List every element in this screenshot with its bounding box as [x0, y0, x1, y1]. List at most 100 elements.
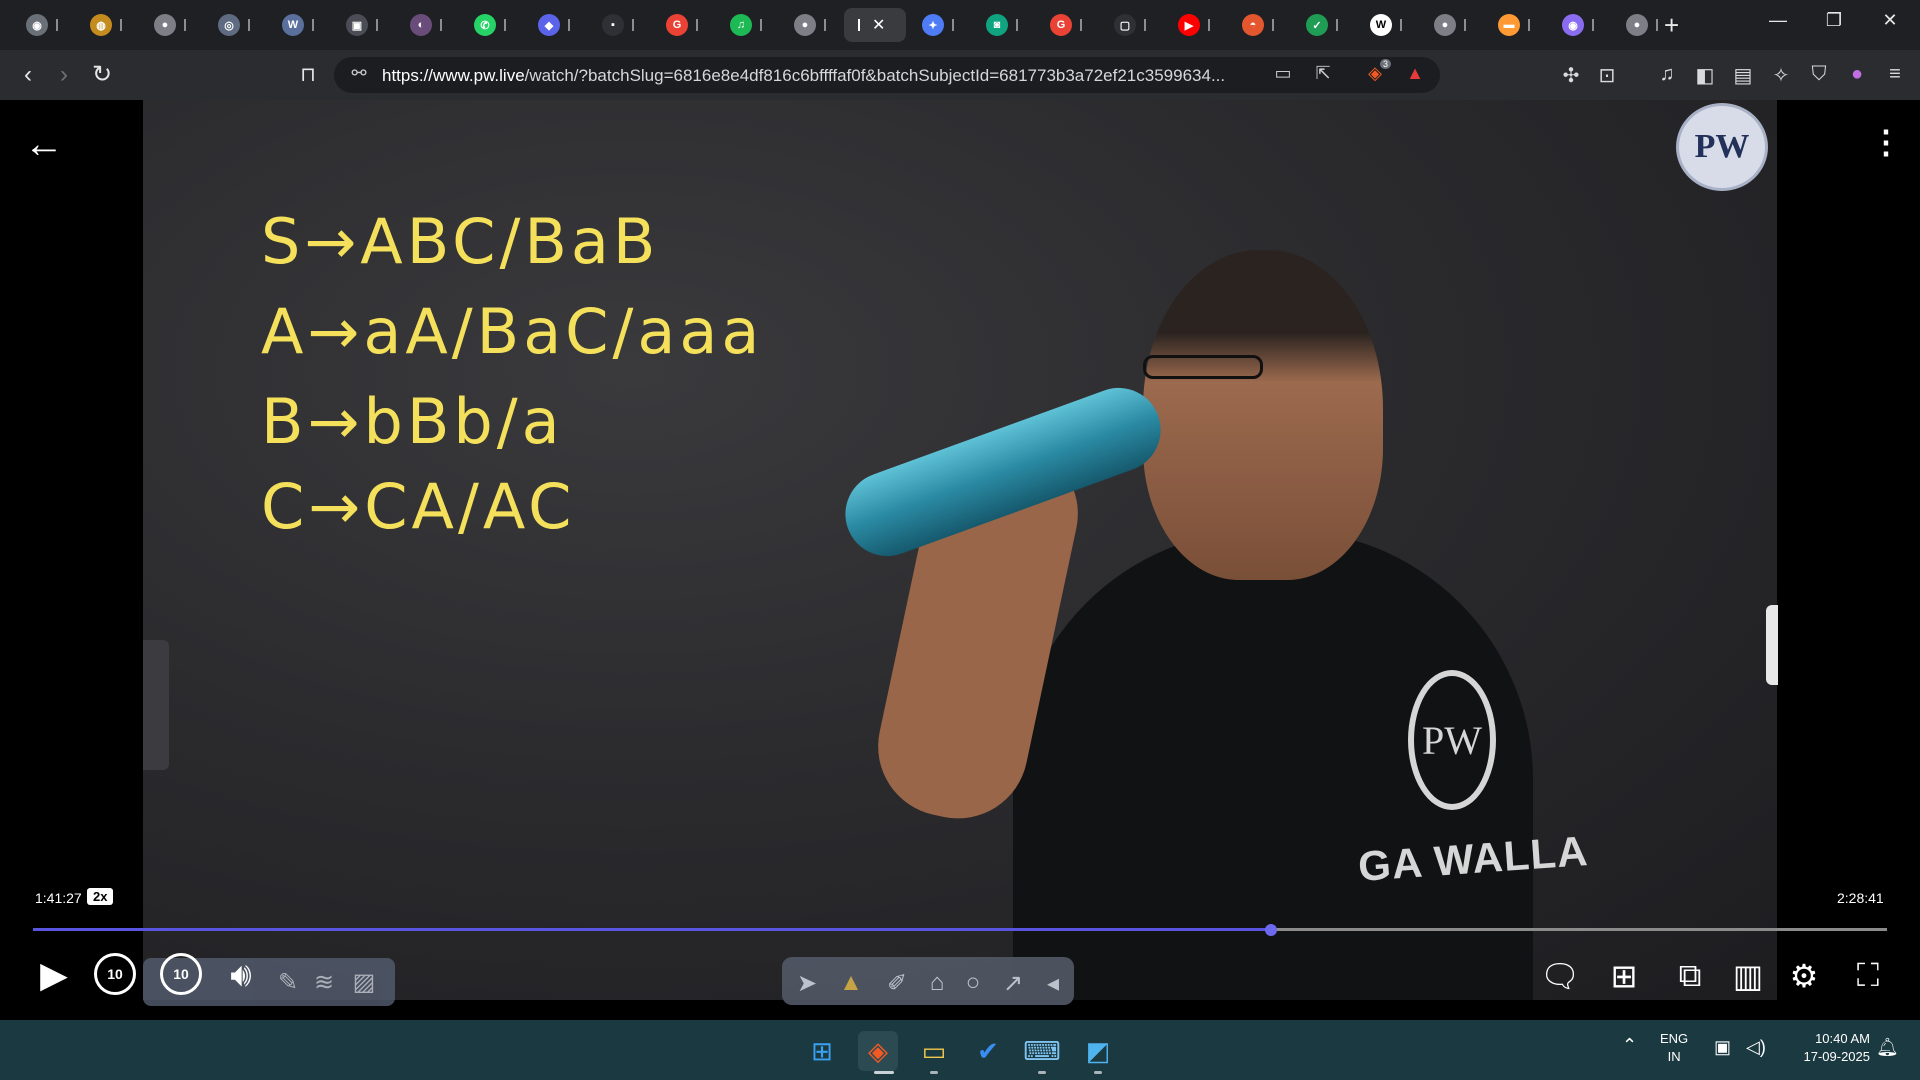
marker-tool-icon[interactable]: ✐	[882, 969, 912, 998]
tab-title-stub	[1400, 19, 1402, 31]
brave-taskbar-icon[interactable]: ◈	[858, 1031, 898, 1071]
sidebar-icon[interactable]: ◧	[1690, 63, 1720, 88]
image-tool-icon[interactable]: ▨	[349, 968, 379, 997]
shape-tool-icon[interactable]: ≋	[309, 968, 339, 997]
share-icon[interactable]: ⇱	[1310, 63, 1336, 84]
instructor-head	[1143, 250, 1383, 580]
back-icon[interactable]: ‹	[12, 60, 44, 90]
eraser-tool-icon[interactable]: ⌂	[922, 969, 952, 997]
left-panel-handle[interactable]	[143, 640, 169, 770]
clock-date: 17-09-2025	[1803, 1049, 1871, 1064]
volume-icon[interactable]: 🔊︎	[216, 955, 266, 995]
browser-tab[interactable]: ♫	[716, 8, 776, 42]
video-player[interactable]: S→ABC/BaB A→aA/BaC/aaa B→bBb/a C→CA/AC P…	[0, 100, 1920, 1020]
extensions-icon[interactable]: ✣	[1556, 63, 1586, 88]
browser-tab[interactable]: ▪	[588, 8, 648, 42]
network-icon[interactable]: ▣	[1714, 1038, 1731, 1056]
forward-icon[interactable]: ›	[48, 60, 80, 90]
browser-tab[interactable]: ✦	[908, 8, 968, 42]
tab-favicon-icon: ◙	[986, 14, 1008, 36]
todo-icon[interactable]: ✔	[968, 1031, 1008, 1071]
browser-tab[interactable]: ◍	[76, 8, 136, 42]
reload-icon[interactable]: ↻	[86, 60, 118, 90]
browser-tab[interactable]: ●	[140, 8, 200, 42]
browser-tab[interactable]: ●	[780, 8, 840, 42]
collapse-toolbar-icon[interactable]: ◂	[1038, 969, 1068, 998]
video-frame[interactable]: S→ABC/BaB A→aA/BaC/aaa B→bBb/a C→CA/AC P…	[143, 100, 1777, 1000]
browser-tab[interactable]: ▬	[1484, 8, 1544, 42]
close-window-button[interactable]: ✕	[1870, 10, 1910, 31]
url-text[interactable]: https://www.pw.live/watch/?batchSlug=681…	[382, 66, 1225, 86]
fullscreen-icon[interactable]: ⛶	[1846, 954, 1890, 998]
settings-gear-icon[interactable]: ⚙	[1782, 954, 1826, 998]
browser-tab[interactable]: G	[652, 8, 712, 42]
browser-tab[interactable]: W	[1356, 8, 1416, 42]
browser-tab[interactable]: G	[1036, 8, 1096, 42]
browser-tab[interactable]: ◉	[1548, 8, 1608, 42]
player-back-icon[interactable]: ←	[24, 124, 64, 164]
browser-tab[interactable]: ◉	[12, 8, 72, 42]
restore-button[interactable]: ❐	[1814, 10, 1854, 31]
play-icon[interactable]: ▶	[34, 954, 74, 995]
highlighter-tool-icon[interactable]: ▲	[836, 969, 866, 997]
cast-icon[interactable]: ▭	[1270, 63, 1296, 84]
start-icon[interactable]: ⊞	[802, 1031, 842, 1071]
bookmark-icon[interactable]: ⊓	[292, 60, 324, 90]
arrow-tool-icon[interactable]: ↗	[998, 969, 1028, 998]
more-options-icon[interactable]: ⋮	[1870, 122, 1902, 162]
right-panel-handle[interactable]	[1766, 605, 1778, 685]
profile-icon[interactable]: ●	[1842, 63, 1872, 86]
seek-bar[interactable]	[33, 924, 1887, 936]
clock[interactable]: 10:40 AM 17-09-2025	[1786, 1030, 1871, 1066]
browser-tab[interactable]: ▢	[1100, 8, 1160, 42]
tab-favicon-icon: ▪	[602, 14, 624, 36]
site-settings-icon[interactable]: ⚯	[346, 63, 372, 84]
pointer-tool-icon[interactable]: ➤	[792, 969, 822, 998]
media-control-icon[interactable]: ♫	[1652, 63, 1682, 86]
browser-tab[interactable]: ◙	[972, 8, 1032, 42]
input-language[interactable]: ENG IN	[1660, 1030, 1688, 1066]
browser-tab[interactable]: ●	[1612, 8, 1672, 42]
speaker-icon[interactable]: ◁)	[1746, 1038, 1766, 1056]
address-bar[interactable]: ⚯ https://www.pw.live/watch/?batchSlug=6…	[334, 57, 1440, 93]
tab-favicon-icon: ●	[794, 14, 816, 36]
photos-icon[interactable]: ◩	[1078, 1031, 1118, 1071]
browser-tab-active[interactable]: ✕	[844, 8, 906, 42]
forward-10-button[interactable]: 10	[160, 953, 202, 995]
file-explorer-icon[interactable]: ▭	[914, 1031, 954, 1071]
browser-tab[interactable]: ◓	[1228, 8, 1288, 42]
browser-tab[interactable]: ✓	[1292, 8, 1352, 42]
browser-tab[interactable]: ◎	[204, 8, 264, 42]
circle-tool-icon[interactable]: ○	[958, 969, 988, 997]
keyboard-app-icon[interactable]: ⌨	[1022, 1031, 1062, 1071]
browser-tab[interactable]: ▣	[332, 8, 392, 42]
tab-close-icon[interactable]: ✕	[872, 15, 885, 35]
browser-tab[interactable]: ▶	[1164, 8, 1224, 42]
notes-icon[interactable]: ▥	[1726, 954, 1770, 998]
playback-speed-badge[interactable]: 2x	[87, 888, 114, 905]
browser-tab[interactable]: ◆	[524, 8, 584, 42]
tab-favicon-icon: ▣	[346, 14, 368, 36]
wallet-icon[interactable]: ▤	[1728, 63, 1758, 88]
browser-tab[interactable]: ◐	[396, 8, 456, 42]
picture-in-picture-icon[interactable]: ⧉	[1668, 954, 1712, 998]
leo-ai-icon[interactable]: ✧	[1766, 63, 1796, 88]
tab-title-stub	[824, 19, 826, 31]
browser-tab[interactable]: ✆	[460, 8, 520, 42]
new-tab-button[interactable]: +	[1664, 12, 1679, 38]
vpn-icon[interactable]: ⛉	[1804, 63, 1834, 86]
brave-rewards-icon[interactable]: ▲	[1402, 63, 1428, 84]
show-hidden-icons-icon[interactable]: ⌃	[1622, 1036, 1637, 1054]
reader-mode-icon[interactable]: ⊡	[1592, 63, 1622, 88]
browser-tab[interactable]: W	[268, 8, 328, 42]
notification-bell-icon[interactable]: 🔔︎	[1876, 1038, 1899, 1056]
minimize-button[interactable]: —	[1758, 10, 1798, 31]
tab-favicon-icon: ●	[1434, 14, 1456, 36]
chat-icon[interactable]: 🗨︎	[1538, 954, 1582, 998]
tab-favicon-icon: ◎	[218, 14, 240, 36]
browser-tab[interactable]: ●	[1420, 8, 1480, 42]
menu-icon[interactable]: ≡	[1880, 63, 1910, 86]
rewind-10-button[interactable]: 10	[94, 953, 136, 995]
pen-tool-icon[interactable]: ✎	[273, 968, 303, 997]
translate-icon[interactable]: ⊞	[1602, 954, 1646, 998]
